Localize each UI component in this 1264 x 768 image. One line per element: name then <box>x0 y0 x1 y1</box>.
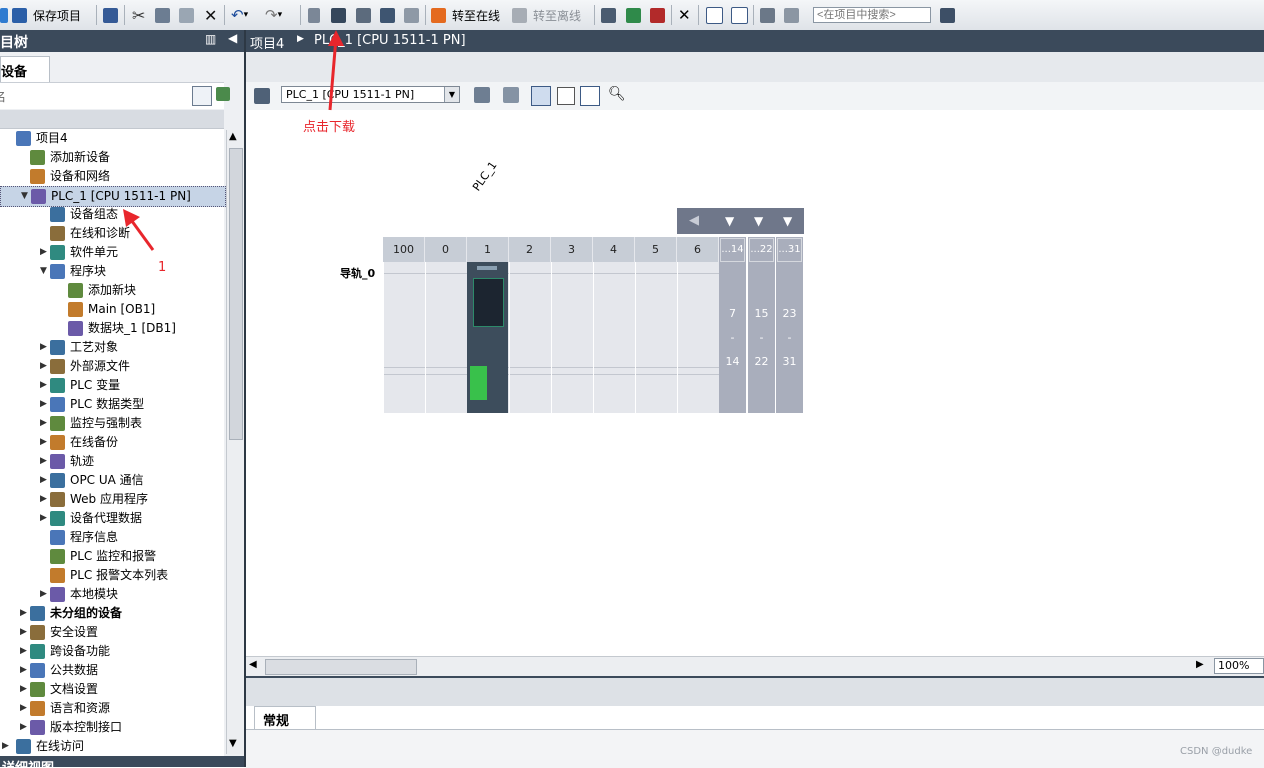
download-hint-label: 点击下载 <box>303 120 356 135</box>
download-arrow <box>328 30 344 111</box>
config-arrow <box>123 209 155 251</box>
watermark: CSDN @dudke <box>1180 746 1253 757</box>
annotation-layer <box>123 30 344 251</box>
step-number-label: 1 <box>158 260 167 275</box>
